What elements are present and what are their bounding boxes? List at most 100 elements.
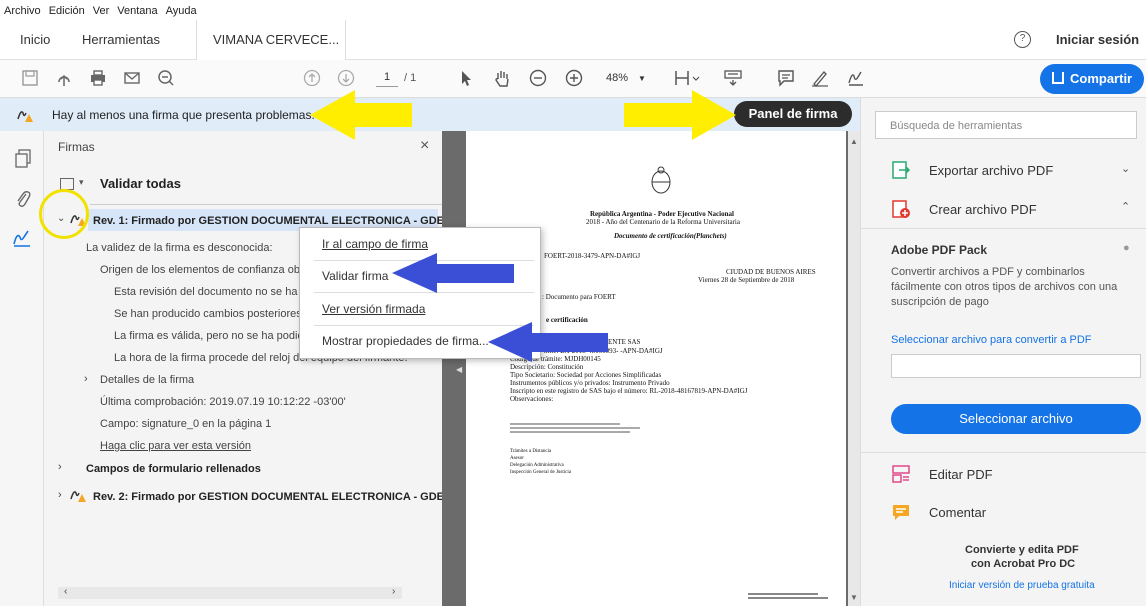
tab-inicio[interactable]: Inicio [20, 20, 50, 60]
select-file-button[interactable]: Seleccionar archivo [891, 404, 1141, 434]
sig-detail-line: Se han producido cambios posteriores en [114, 308, 318, 320]
menu-item-go-to-field[interactable]: Ir al campo de firma [322, 237, 428, 251]
tab-document-label: VIMANA CERVECE... [213, 32, 340, 47]
menu-ayuda[interactable]: Ayuda [162, 0, 201, 17]
doc-header: República Argentina - Poder Ejecutivo Na… [590, 210, 734, 218]
scroll-down-icon[interactable]: ▼ [850, 593, 858, 602]
save-icon[interactable] [20, 68, 42, 90]
tab-herramientas[interactable]: Herramientas [82, 20, 160, 60]
menu-archivo[interactable]: Archivo [0, 0, 45, 17]
create-pdf-icon [891, 199, 911, 219]
next-page-icon[interactable] [336, 68, 358, 90]
free-trial-link[interactable]: Iniciar versión de prueba gratuita [949, 580, 1095, 591]
menu-ver[interactable]: Ver [89, 0, 114, 17]
doc-reference: : Documento para FOERT [542, 293, 616, 301]
comment-icon[interactable] [776, 68, 798, 90]
create-chevron-up-icon[interactable]: ⌃ [1121, 200, 1130, 213]
doc-description: Descripción: Constitución [510, 363, 584, 371]
share-icon [1052, 72, 1064, 84]
signature-warning-bar: Hay al menos una firma que presenta prob… [0, 98, 860, 131]
comment-item[interactable]: Comentar [929, 505, 986, 520]
signature-details-toggle[interactable]: Detalles de la firma [100, 374, 194, 386]
share-button[interactable]: Compartir [1040, 64, 1144, 94]
promo-line: con Acrobat Pro DC [971, 558, 1076, 570]
sign-icon[interactable] [846, 68, 868, 90]
export-chevron-down-icon[interactable]: ⌄ [1121, 162, 1130, 175]
form-fields-chevron-right-icon[interactable]: › [58, 461, 62, 473]
rev2-chevron-right-icon[interactable]: › [58, 489, 62, 501]
collapse-left-icon[interactable]: ◀ [456, 365, 462, 374]
signatures-panel-icon[interactable] [12, 229, 32, 249]
doc-expediente: mite: EX-2018-48166093- -APN-DA#IGJ [544, 347, 663, 355]
details-chevron-right-icon[interactable]: › [84, 373, 88, 385]
toolbar: 1 / 1 48% ▼ Compartir [0, 60, 1146, 98]
tools-search-input[interactable]: Búsqueda de herramientas [875, 111, 1137, 139]
form-fields-item[interactable]: Campos de formulario rellenados [86, 463, 261, 475]
edit-pdf-item[interactable]: Editar PDF [929, 467, 993, 482]
zoom-in-icon[interactable] [564, 68, 586, 90]
scroll-mode-icon[interactable] [722, 68, 744, 90]
tab-document[interactable]: VIMANA CERVECE... × [196, 20, 346, 87]
prev-page-icon[interactable] [302, 68, 324, 90]
doc-footer-line: Inspección General de Justicia [510, 470, 571, 475]
validate-all-button[interactable]: Validar todas [100, 176, 181, 191]
last-check-text: Última comprobación: 2019.07.19 10:12:22… [100, 396, 346, 408]
zoom-out-icon[interactable] [528, 68, 550, 90]
doc-company: ECERIA INDEPENDIENTE SAS [544, 338, 641, 346]
fine-print-line [510, 423, 620, 425]
select-file-link[interactable]: Seleccionar archivo para convertir a PDF [891, 334, 1092, 346]
doc-footer-line: Delegación Administrativa [510, 463, 564, 468]
zoom-level-select[interactable]: 48% ▼ [606, 72, 656, 84]
select-cursor-icon[interactable] [456, 68, 478, 90]
pack-description-line: suscripción de pago [891, 296, 989, 308]
tools-pane: Búsqueda de herramientas Exportar archiv… [860, 98, 1146, 606]
menu-item-view-signed-version[interactable]: Ver versión firmada [322, 302, 425, 316]
pack-description-line: Convertir archivos a PDF y combinarlos [891, 266, 1085, 278]
menu-ventana[interactable]: Ventana [113, 0, 161, 17]
page-thumbnails-icon[interactable] [14, 149, 32, 169]
tab-bar: Inicio Herramientas VIMANA CERVECE... × … [0, 20, 1146, 87]
doc-observations: Observaciones: [510, 395, 554, 403]
create-pdf-item[interactable]: Crear archivo PDF [929, 202, 1037, 217]
signatures-panel: Firmas × ▾ Validar todas ⌄ Rev. 1: Firma… [39, 131, 444, 606]
export-pdf-item[interactable]: Exportar archivo PDF [929, 163, 1053, 178]
hand-tool-icon[interactable] [492, 68, 514, 90]
rev1-signature-title[interactable]: Rev. 1: Firmado por GESTION DOCUMENTAL E… [93, 215, 444, 227]
help-icon[interactable]: ? [1014, 31, 1031, 48]
menu-bar: Archivo Edición Ver Ventana Ayuda [0, 0, 1146, 20]
menu-item-show-signature-properties[interactable]: Mostrar propiedades de firma... [322, 334, 489, 348]
scroll-right-icon[interactable]: › [392, 586, 395, 597]
menu-item-validate-signature[interactable]: Validar firma [322, 269, 388, 283]
page-number-input[interactable]: 1 [376, 71, 398, 87]
file-input-field[interactable] [891, 354, 1141, 378]
fine-print-line [510, 427, 640, 429]
close-icon[interactable]: × [420, 137, 429, 155]
footer-signature-line [748, 597, 828, 599]
signature-field-text: Campo: signature_0 en la página 1 [100, 418, 272, 430]
pen-icon[interactable] [810, 68, 832, 90]
email-icon[interactable] [122, 68, 144, 90]
doc-company-type: Tipo Societario: Sociedad por Acciones S… [510, 371, 662, 379]
upload-icon[interactable] [54, 68, 76, 90]
fit-page-icon[interactable] [672, 68, 704, 90]
menu-edicion[interactable]: Edición [45, 0, 89, 17]
signature-panel-button[interactable]: Panel de firma [734, 101, 852, 127]
doc-instruments: Instrumentos públicos y/o privados: Inst… [510, 379, 670, 387]
zoom-search-icon[interactable] [156, 68, 178, 90]
page-total: / 1 [404, 72, 417, 84]
scroll-up-icon[interactable]: ▲ [850, 137, 858, 146]
options-chevron-icon[interactable]: ▾ [79, 177, 84, 188]
sign-in-link[interactable]: Iniciar sesión [1056, 20, 1139, 60]
attachment-icon[interactable] [14, 189, 32, 209]
print-icon[interactable] [88, 68, 110, 90]
vertical-scrollbar[interactable] [848, 131, 860, 606]
chevron-down-icon: ▼ [638, 74, 646, 83]
rev2-signature-title[interactable]: Rev. 2: Firmado por GESTION DOCUMENTAL E… [93, 491, 444, 503]
left-navigation-rail [0, 131, 44, 606]
scroll-left-icon[interactable]: ‹ [64, 586, 67, 597]
divider [90, 204, 442, 205]
view-version-link[interactable]: Haga clic para ver esta versión [100, 440, 251, 452]
horizontal-scrollbar[interactable] [58, 587, 402, 599]
sig-detail-line: La validez de la firma es desconocida: [86, 242, 273, 254]
edit-pdf-icon [891, 464, 911, 484]
